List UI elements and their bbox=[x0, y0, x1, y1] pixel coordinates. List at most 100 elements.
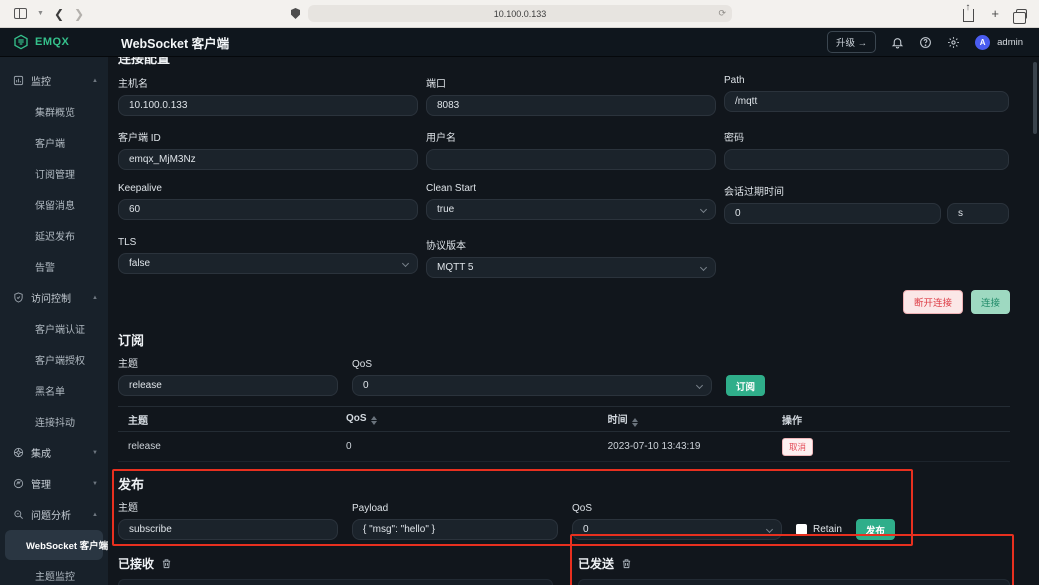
sort-icon[interactable] bbox=[371, 416, 377, 425]
tls-value: false bbox=[129, 258, 150, 269]
subscribe-section-title: 订阅 bbox=[118, 330, 1010, 349]
publish-payload-field: Payload bbox=[352, 503, 558, 540]
path-input[interactable] bbox=[724, 91, 1009, 112]
cell-topic: release bbox=[128, 441, 346, 452]
tab-overview-icon[interactable] bbox=[1016, 9, 1027, 19]
client-id-input[interactable] bbox=[118, 149, 418, 170]
management-icon bbox=[13, 478, 24, 489]
sidebar-item-websocket-client[interactable]: WebSocket 客户端 bbox=[5, 530, 103, 560]
subscribe-button[interactable]: 订阅 bbox=[726, 375, 765, 396]
retain-checkbox[interactable] bbox=[796, 524, 807, 535]
chevron-down-icon[interactable]: ▼ bbox=[37, 10, 44, 17]
col-topic: 主题 bbox=[128, 412, 346, 427]
sent-section: 已发送 主题 QoS Payload 时间 subscribe 0 { "msg… bbox=[578, 555, 1010, 585]
sidebar-group-access-control[interactable]: 访问控制 ▲ bbox=[0, 282, 108, 313]
unsubscribe-button[interactable]: 取消 bbox=[782, 438, 813, 456]
col-qos[interactable]: QoS bbox=[346, 413, 608, 425]
chevron-down-icon bbox=[700, 264, 707, 271]
clear-received-trash-icon[interactable] bbox=[161, 558, 172, 569]
subscriptions-table-header: 主题 QoS 时间 操作 bbox=[118, 406, 1010, 432]
publish-section-title: 发布 bbox=[118, 474, 1010, 493]
path-label: Path bbox=[724, 75, 1009, 86]
disconnect-button[interactable]: 断开连接 bbox=[903, 290, 963, 314]
chevron-down-icon bbox=[696, 382, 703, 389]
help-icon[interactable] bbox=[919, 36, 932, 49]
username-text[interactable]: admin bbox=[997, 37, 1023, 48]
monitor-icon bbox=[13, 75, 24, 86]
sent-table-header: 主题 QoS Payload 时间 bbox=[591, 580, 997, 585]
sidebar-group-integration[interactable]: 集成 ▼ bbox=[0, 437, 108, 468]
col-action: 操作 bbox=[782, 412, 1000, 427]
chevron-up-icon: ▲ bbox=[92, 295, 98, 301]
avatar[interactable]: A bbox=[975, 35, 990, 50]
sidebar: 监控 ▲ 集群概览 客户端 订阅管理 保留消息 延迟发布 告警 访问控制 ▲ 客… bbox=[0, 57, 108, 585]
subscribe-qos-select[interactable]: 0 bbox=[352, 375, 712, 396]
sent-table: 主题 QoS Payload 时间 subscribe 0 { "msg": "… bbox=[578, 579, 1010, 585]
keepalive-input[interactable] bbox=[118, 199, 418, 220]
sidebar-item-retained-messages[interactable]: 保留消息 bbox=[0, 189, 108, 220]
new-tab-icon[interactable]: + bbox=[991, 6, 999, 21]
sidebar-group-monitoring[interactable]: 监控 ▲ bbox=[0, 65, 108, 96]
subscriptions-table: 主题 QoS 时间 操作 release 0 2023-07-10 13:43:… bbox=[118, 406, 1010, 462]
shield-icon bbox=[13, 292, 24, 303]
subscribe-topic-input[interactable] bbox=[118, 375, 338, 396]
client-id-label: 客户端 ID bbox=[118, 129, 418, 144]
publish-topic-input[interactable] bbox=[118, 519, 338, 540]
sidebar-item-alarms[interactable]: 告警 bbox=[0, 251, 108, 282]
publish-button[interactable]: 发布 bbox=[856, 519, 895, 540]
clean-start-select[interactable]: true bbox=[426, 199, 716, 220]
path-field: Path bbox=[724, 75, 1009, 116]
scrollbar-thumb[interactable] bbox=[1033, 62, 1037, 134]
bell-icon[interactable] bbox=[891, 36, 904, 49]
browser-back-button[interactable]: ❮ bbox=[54, 7, 64, 21]
publish-qos-select[interactable]: 0 bbox=[572, 519, 782, 540]
clear-sent-trash-icon[interactable] bbox=[621, 558, 632, 569]
sidebar-item-clients[interactable]: 客户端 bbox=[0, 127, 108, 158]
password-input[interactable] bbox=[724, 149, 1009, 170]
app-header: EMQX WebSocket 客户端 升级 → A admin bbox=[0, 28, 1039, 57]
publish-qos-field: QoS 0 bbox=[572, 503, 782, 540]
tls-field: TLS false bbox=[118, 237, 418, 278]
browser-sidebar-icon[interactable] bbox=[14, 8, 27, 19]
port-input[interactable] bbox=[426, 95, 716, 116]
sidebar-item-topic-metrics[interactable]: 主题监控 bbox=[0, 560, 108, 585]
address-bar[interactable]: 10.100.0.133 ⟳ bbox=[308, 5, 732, 22]
tls-select[interactable]: false bbox=[118, 253, 418, 274]
privacy-shield-icon[interactable] bbox=[291, 8, 300, 19]
session-expiry-input[interactable] bbox=[724, 203, 941, 224]
share-icon[interactable] bbox=[963, 9, 974, 22]
emqx-logo[interactable]: EMQX bbox=[0, 34, 108, 50]
connect-button[interactable]: 连接 bbox=[971, 290, 1010, 314]
sidebar-item-subscriptions[interactable]: 订阅管理 bbox=[0, 158, 108, 189]
username-input[interactable] bbox=[426, 149, 716, 170]
col-time[interactable]: 时间 bbox=[608, 411, 782, 427]
protocol-select[interactable]: MQTT 5 bbox=[426, 257, 716, 278]
sidebar-item-blacklist[interactable]: 黑名单 bbox=[0, 375, 108, 406]
sidebar-item-flapping-detect[interactable]: 连接抖动 bbox=[0, 406, 108, 437]
received-section: 已接收 主题 QoS Payload 时间 release 0 XCOM 202… bbox=[118, 555, 553, 585]
publish-qos-label: QoS bbox=[572, 503, 782, 514]
sidebar-group-diagnose[interactable]: 问题分析 ▲ bbox=[0, 499, 108, 530]
sort-icon[interactable] bbox=[632, 418, 638, 427]
sidebar-item-delayed-publish[interactable]: 延迟发布 bbox=[0, 220, 108, 251]
upgrade-button[interactable]: 升级 → bbox=[827, 31, 876, 53]
publish-payload-input[interactable] bbox=[352, 519, 558, 540]
port-label: 端口 bbox=[426, 75, 716, 90]
connection-section-title: 连接配置 bbox=[118, 57, 1010, 67]
host-input[interactable] bbox=[118, 95, 418, 116]
chevron-down-icon bbox=[766, 526, 773, 533]
reload-icon[interactable]: ⟳ bbox=[718, 8, 726, 19]
password-field: 密码 bbox=[724, 129, 1009, 170]
chevron-down-icon bbox=[402, 260, 409, 267]
sidebar-item-cluster-overview[interactable]: 集群概览 bbox=[0, 96, 108, 127]
sidebar-item-client-authentication[interactable]: 客户端认证 bbox=[0, 313, 108, 344]
sidebar-item-client-authorization[interactable]: 客户端授权 bbox=[0, 344, 108, 375]
sidebar-group-management[interactable]: 管理 ▼ bbox=[0, 468, 108, 499]
subscription-row: release 0 2023-07-10 13:43:19 取消 bbox=[118, 432, 1010, 462]
connection-form: 主机名 端口 Path 客户端 ID 用户名 密码 bbox=[118, 75, 1010, 278]
gear-icon[interactable] bbox=[947, 36, 960, 49]
sent-section-title: 已发送 bbox=[578, 555, 614, 572]
password-label: 密码 bbox=[724, 129, 1009, 144]
browser-forward-button[interactable]: ❯ bbox=[74, 7, 84, 21]
sidebar-group-label: 访问控制 bbox=[31, 290, 71, 305]
